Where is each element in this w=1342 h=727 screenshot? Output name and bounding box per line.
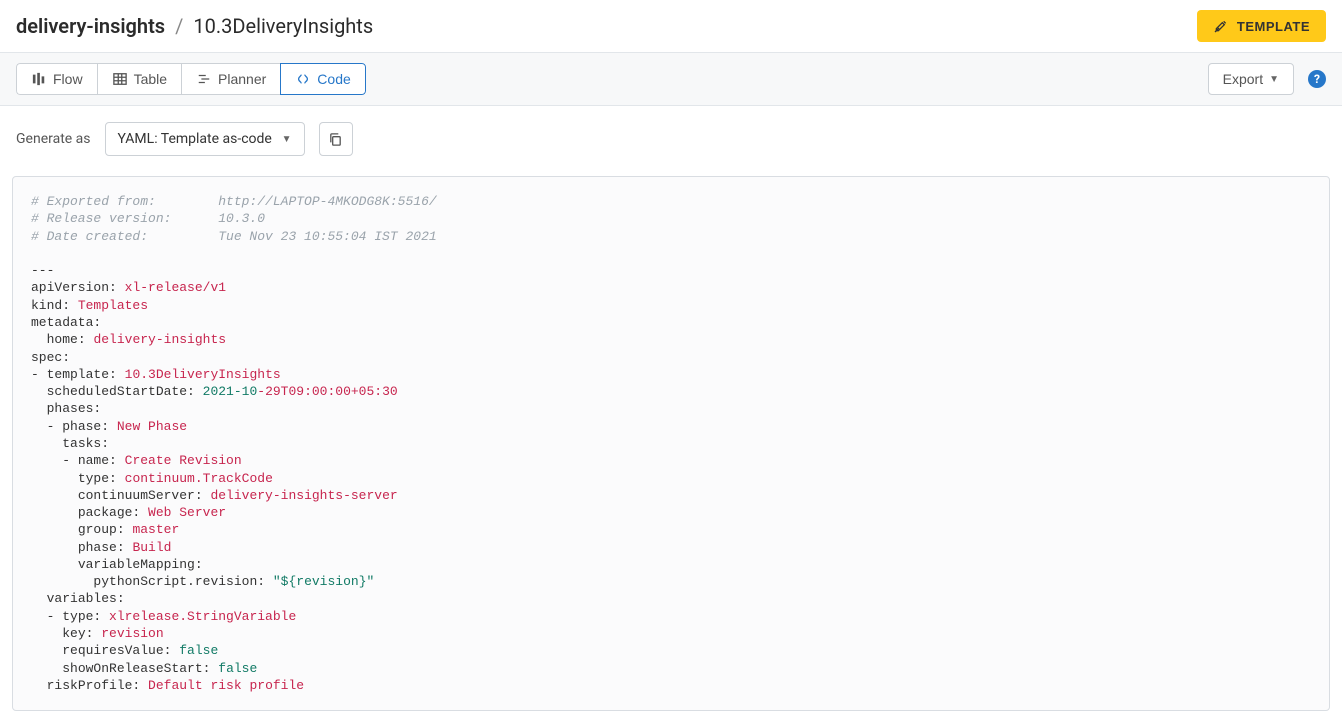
table-icon bbox=[112, 71, 128, 87]
code-icon bbox=[295, 71, 311, 87]
generate-as-label: Generate as bbox=[16, 131, 91, 147]
breadcrumb: delivery-insights / 10.3DeliveryInsights bbox=[16, 14, 373, 38]
template-button-label: TEMPLATE bbox=[1237, 19, 1310, 34]
caret-down-icon: ▼ bbox=[282, 134, 292, 145]
help-icon[interactable]: ? bbox=[1308, 70, 1326, 88]
tab-flow-label: Flow bbox=[53, 71, 83, 87]
tools-icon bbox=[1213, 18, 1229, 34]
code-content[interactable]: # Exported from: http://LAPTOP-4MKODG8K:… bbox=[31, 193, 1311, 694]
breadcrumb-name: 10.3DeliveryInsights bbox=[193, 14, 373, 38]
tab-table[interactable]: Table bbox=[97, 63, 181, 95]
tab-code-label: Code bbox=[317, 71, 350, 87]
generate-as-value: YAML: Template as-code bbox=[118, 131, 272, 147]
generate-as-dropdown[interactable]: YAML: Template as-code ▼ bbox=[105, 122, 305, 156]
export-button-label: Export bbox=[1223, 71, 1263, 87]
flow-icon bbox=[31, 71, 47, 87]
tab-flow[interactable]: Flow bbox=[16, 63, 97, 95]
template-button[interactable]: TEMPLATE bbox=[1197, 10, 1326, 42]
breadcrumb-folder[interactable]: delivery-insights bbox=[16, 14, 165, 38]
code-panel: # Exported from: http://LAPTOP-4MKODG8K:… bbox=[12, 176, 1330, 711]
copy-icon bbox=[328, 131, 344, 147]
export-button[interactable]: Export ▼ bbox=[1208, 63, 1294, 95]
tab-table-label: Table bbox=[134, 71, 167, 87]
breadcrumb-sep: / bbox=[175, 14, 183, 38]
tab-code[interactable]: Code bbox=[280, 63, 365, 95]
view-tabs: Flow Table Planner Code bbox=[16, 63, 366, 95]
planner-icon bbox=[196, 71, 212, 87]
caret-down-icon: ▼ bbox=[1269, 74, 1279, 85]
tab-planner[interactable]: Planner bbox=[181, 63, 280, 95]
tab-planner-label: Planner bbox=[218, 71, 266, 87]
copy-button[interactable] bbox=[319, 122, 353, 156]
